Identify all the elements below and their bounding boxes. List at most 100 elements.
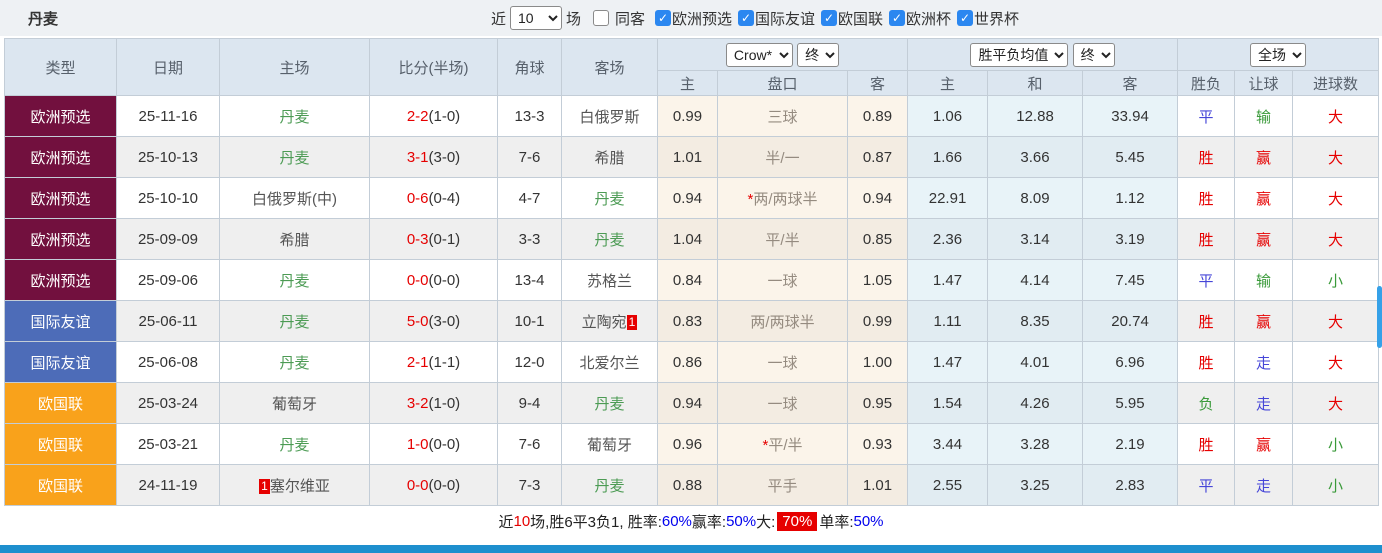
- handicap-away-odds-cell: 1.01: [846, 464, 909, 506]
- summary-segment: 赢率:: [691, 513, 727, 531]
- match-date-cell: 25-09-06: [116, 259, 220, 301]
- league-filter-checkbox[interactable]: ✓: [738, 10, 754, 26]
- result-cell: 胜: [1177, 300, 1236, 342]
- result-cell: 胜: [1177, 177, 1236, 219]
- score-cell: 0-3(0-1): [369, 218, 498, 260]
- team-name[interactable]: 立陶宛: [582, 314, 627, 331]
- wdl-average-select[interactable]: 胜平负均值: [970, 42, 1069, 67]
- goals-result-cell: 大: [1292, 382, 1380, 424]
- team-name[interactable]: 葡萄牙: [587, 437, 632, 454]
- team-name[interactable]: 白俄罗斯: [579, 109, 639, 126]
- handicap-away-odds-cell: 1.00: [846, 341, 909, 383]
- league-filter-checkbox[interactable]: ✓: [889, 10, 906, 26]
- team-name[interactable]: 丹麦: [594, 191, 624, 208]
- scope-select[interactable]: 全场: [1250, 42, 1307, 67]
- match-row: 欧国联 25-03-24 葡萄牙 3-2(1-0) 9-4 丹麦 0.94 一球 0.95 1.5…: [4, 382, 1380, 424]
- handicap-line-cell: *两/两球半: [717, 177, 848, 219]
- match-row: 欧洲预选 25-10-13 丹麦 3-1(3-0) 7-6 希腊 1.01 半/一 0.87 1.…: [4, 136, 1380, 178]
- match-type-cell: 欧洲预选: [4, 136, 117, 178]
- handicap-away-odds-cell: 0.95: [846, 382, 909, 424]
- handicap-home-odds-cell: 1.04: [657, 218, 718, 260]
- filter-controls: 近 10 场 同客 ✓ 欧洲预选 ✓ 国际友谊 ✓ 欧国联 ✓ 欧洲杯 ✓ 世界杯: [491, 6, 1019, 30]
- wdl-draw-odds-cell: 4.14: [987, 259, 1084, 301]
- match-history-page: 丹麦 近 10 场 同客 ✓ 欧洲预选 ✓ 国际友谊 ✓ 欧国联 ✓ 欧洲杯 ✓ 世界杯 类型 日…: [0, 0, 1382, 553]
- goals-result-cell: 小: [1292, 464, 1380, 506]
- match-row: 欧国联 25-03-21 丹麦 1-0(0-0) 7-6 葡萄牙 0.96 *平/半 0.93 3…: [4, 423, 1380, 465]
- table-header: 类型 日期 主场 比分(半场) 角球 客场 Crow* 终 胜平负均值 终 全场: [4, 38, 1380, 96]
- match-type-cell: 欧洲预选: [4, 177, 117, 219]
- league-filter-checkbox[interactable]: ✓: [821, 10, 838, 26]
- recent-count-select[interactable]: 10: [509, 6, 562, 30]
- match-date-cell: 25-11-16: [116, 95, 220, 137]
- wdl-draw-odds-cell: 4.26: [987, 382, 1084, 424]
- score-cell: 0-0(0-0): [369, 464, 498, 506]
- team-name[interactable]: 丹麦: [279, 109, 309, 126]
- handicap-result-cell: 赢: [1234, 136, 1294, 178]
- team-name[interactable]: 北爱尔兰: [579, 355, 639, 372]
- handicap-away-odds-cell: 0.89: [846, 95, 909, 137]
- scrollbar-thumb[interactable]: [1377, 286, 1382, 348]
- handicap-result-cell: 赢: [1234, 218, 1294, 260]
- wdl-away-odds-cell: 2.19: [1082, 423, 1179, 465]
- team-name[interactable]: 丹麦: [594, 396, 624, 413]
- wdl-time-select[interactable]: 终: [1072, 42, 1115, 67]
- rank-badge: 1: [259, 479, 270, 495]
- handicap-result-cell: 走: [1234, 382, 1294, 424]
- home-team-cell: 白俄罗斯(中): [219, 177, 370, 219]
- wdl-draw-odds-cell: 3.14: [987, 218, 1084, 260]
- halftime-score: (3-0): [428, 312, 461, 330]
- match-row: 欧洲预选 25-09-09 希腊 0-3(0-1) 3-3 丹麦 1.04 平/半 0.85 2.…: [4, 218, 1380, 260]
- team-name[interactable]: 丹麦: [279, 314, 309, 331]
- handicap-home-odds-cell: 0.99: [657, 95, 718, 137]
- wdl-home-odds-cell: 3.44: [907, 423, 989, 465]
- home-team-cell: 丹麦: [219, 300, 370, 342]
- same-venue-checkbox[interactable]: [592, 10, 609, 26]
- league-filter: ✓ 欧洲杯: [883, 8, 951, 29]
- team-name[interactable]: 丹麦: [279, 273, 309, 290]
- handicap-away-odds-cell: 0.94: [846, 177, 909, 219]
- odds-company-select[interactable]: Crow*: [725, 42, 793, 67]
- away-team-cell: 白俄罗斯: [561, 95, 658, 137]
- result-cell: 平: [1177, 464, 1236, 506]
- summary-segment: 50%: [726, 512, 757, 530]
- fulltime-score: 1-0: [406, 435, 429, 453]
- league-filter: ✓ 世界杯: [951, 8, 1019, 29]
- team-name[interactable]: 希腊: [279, 232, 309, 249]
- handicap-line-cell: 平/半: [717, 218, 848, 260]
- league-filter-checkbox[interactable]: ✓: [957, 10, 974, 26]
- wdl-home-odds-cell: 1.47: [907, 341, 989, 383]
- handicap-home-odds-cell: 0.86: [657, 341, 718, 383]
- team-name[interactable]: 苏格兰: [587, 273, 632, 290]
- handicap-result-cell: 输: [1234, 95, 1294, 137]
- wdl-away-odds-cell: 33.94: [1082, 95, 1179, 137]
- fulltime-score: 3-1: [406, 148, 429, 166]
- team-name[interactable]: 塞尔维亚: [270, 478, 330, 495]
- recent-label: 近: [490, 10, 506, 28]
- corner-cell: 13-3: [497, 95, 562, 137]
- team-name[interactable]: 丹麦: [594, 232, 624, 249]
- team-name[interactable]: 丹麦: [279, 150, 309, 167]
- team-name[interactable]: 希腊: [594, 150, 624, 167]
- team-name[interactable]: 丹麦: [279, 355, 309, 372]
- col-header-type: 类型: [4, 38, 117, 96]
- odds-company-time-select[interactable]: 终: [797, 42, 840, 67]
- sub-header-wdl-home: 主: [907, 70, 989, 96]
- wdl-draw-odds-cell: 8.09: [987, 177, 1084, 219]
- team-name[interactable]: 丹麦: [279, 437, 309, 454]
- league-filter-label: 欧国联: [838, 10, 884, 28]
- rank-badge: 1: [626, 315, 638, 331]
- team-name[interactable]: 丹麦: [594, 478, 624, 495]
- score-cell: 0-0(0-0): [369, 259, 498, 301]
- team-name[interactable]: 葡萄牙: [272, 396, 317, 413]
- match-type-cell: 欧国联: [4, 423, 117, 465]
- team-name[interactable]: 白俄罗斯(中): [252, 191, 337, 208]
- corner-cell: 13-4: [497, 259, 562, 301]
- wdl-home-odds-cell: 1.66: [907, 136, 989, 178]
- wdl-draw-odds-cell: 3.25: [987, 464, 1084, 506]
- fulltime-score: 0-6: [406, 189, 429, 207]
- goals-result-cell: 小: [1292, 423, 1380, 465]
- league-filter-checkbox[interactable]: ✓: [654, 10, 671, 26]
- away-team-cell: 丹麦: [561, 382, 658, 424]
- sub-header-handicap-home: 主: [657, 70, 718, 96]
- wdl-away-odds-cell: 5.95: [1082, 382, 1179, 424]
